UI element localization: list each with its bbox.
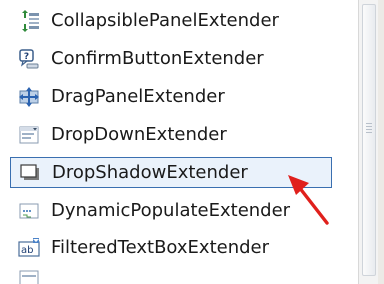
annotation-arrow-icon [288,175,329,225]
toolbox-item-drag-panel-extender[interactable]: DragPanelExtender [10,81,332,112]
screenshot-frame: CollapsiblePanelExtender ? ConfirmButton… [0,0,384,284]
toolbox-item-label: DropDownExtender [51,124,227,145]
toolbox-item-label: DropShadowExtender [52,162,248,183]
dynamic-populate-icon [19,203,39,218]
scrollbar-grip-line [366,129,372,130]
drop-down-icon [19,126,39,143]
toolbox-list: CollapsiblePanelExtender ? ConfirmButton… [0,0,358,284]
toolbox-item-label: CollapsiblePanelExtender [51,10,279,31]
svg-text:ab: ab [21,245,33,256]
scrollbar-grip-line [366,132,372,133]
drag-panel-icon [19,86,39,107]
toolbox-item-drop-down-extender[interactable]: DropDownExtender [10,119,332,150]
vertical-scrollbar[interactable] [358,0,378,284]
toolbox-item-label: DragPanelExtender [51,86,225,107]
toolbox-item-dynamic-populate-extender[interactable]: DynamicPopulateExtender [10,195,332,226]
toolbox-item-label: FilteredTextBoxExtender [51,237,270,258]
toolbox-item-partial-next[interactable] [10,270,332,284]
toolbox-item-label: ConfirmButtonExtender [51,48,264,69]
toolbox-item-collapsible-panel-extender[interactable]: CollapsiblePanelExtender [10,5,332,36]
window-edge [378,0,384,284]
confirm-button-icon: ? [19,48,39,68]
scrollbar-grip-line [366,126,372,127]
collapsible-panel-icon [22,9,39,32]
toolbox-item-confirm-button-extender[interactable]: ? ConfirmButtonExtender [10,43,332,74]
scrollbar-grip-line [366,123,372,124]
partial-list-icon [19,270,39,284]
toolbox-item-filtered-textbox-extender[interactable]: ab FilteredTextBoxExtender [10,232,332,263]
toolbox-item-label: DynamicPopulateExtender [51,200,291,221]
drop-shadow-icon [20,163,39,180]
scrollbar-thumb[interactable] [362,4,376,276]
toolbox-item-drop-shadow-extender[interactable]: DropShadowExtender [10,157,332,188]
filtered-textbox-icon: ab [18,237,40,257]
